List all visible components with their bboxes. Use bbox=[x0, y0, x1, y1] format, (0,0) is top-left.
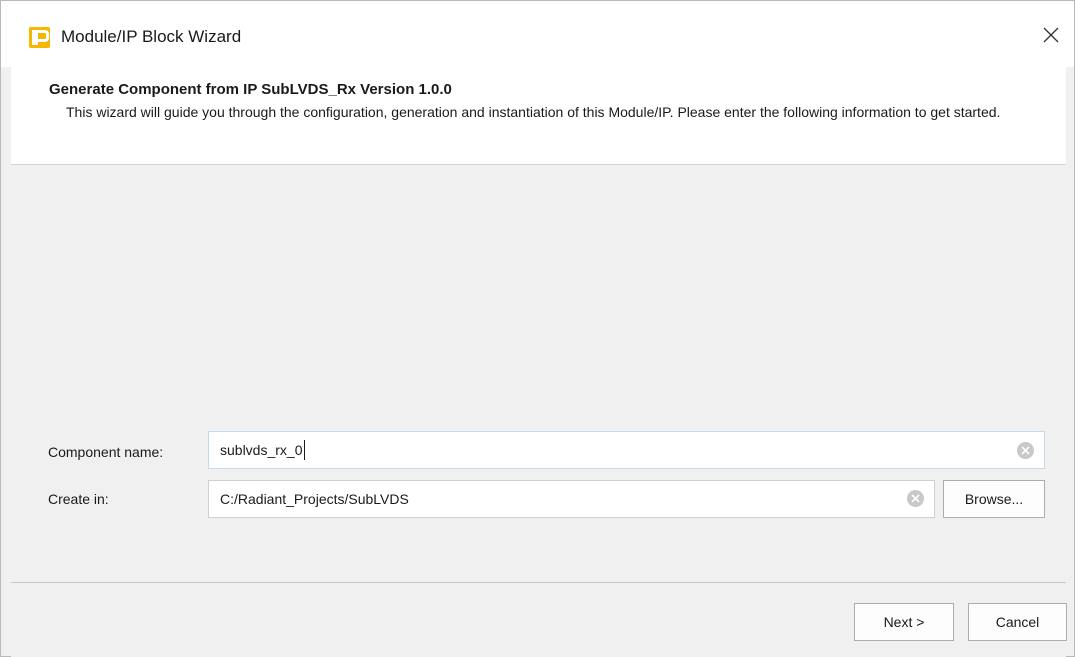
browse-button[interactable]: Browse... bbox=[943, 480, 1045, 518]
radiant-logo-icon bbox=[29, 27, 50, 48]
component-name-input[interactable]: sublvds_rx_0 bbox=[208, 431, 1045, 469]
component-name-label: Component name: bbox=[48, 444, 164, 460]
close-icon bbox=[1043, 27, 1059, 43]
close-button[interactable] bbox=[1028, 13, 1074, 57]
create-in-input[interactable]: C:/Radiant_Projects/SubLVDS bbox=[208, 480, 935, 518]
window-title: Module/IP Block Wizard bbox=[61, 27, 242, 46]
clear-create-in-icon[interactable] bbox=[907, 490, 924, 507]
wizard-title: Generate Component from IP SubLVDS_Rx Ve… bbox=[49, 81, 452, 98]
create-in-label: Create in: bbox=[48, 491, 109, 507]
create-in-value: C:/Radiant_Projects/SubLVDS bbox=[220, 491, 409, 507]
title-bar: Module/IP Block Wizard bbox=[1, 1, 1074, 67]
wizard-body bbox=[11, 166, 1066, 583]
component-name-value: sublvds_rx_0 bbox=[220, 442, 303, 458]
cancel-button[interactable]: Cancel bbox=[968, 603, 1067, 641]
next-button[interactable]: Next > bbox=[854, 603, 954, 641]
wizard-description: This wizard will guide you through the c… bbox=[66, 104, 1001, 120]
text-caret bbox=[303, 440, 305, 460]
wizard-header: Generate Component from IP SubLVDS_Rx Ve… bbox=[11, 67, 1066, 165]
clear-component-name-icon[interactable] bbox=[1017, 442, 1034, 459]
wizard-window: Module/IP Block Wizard Generate Componen… bbox=[0, 0, 1075, 657]
